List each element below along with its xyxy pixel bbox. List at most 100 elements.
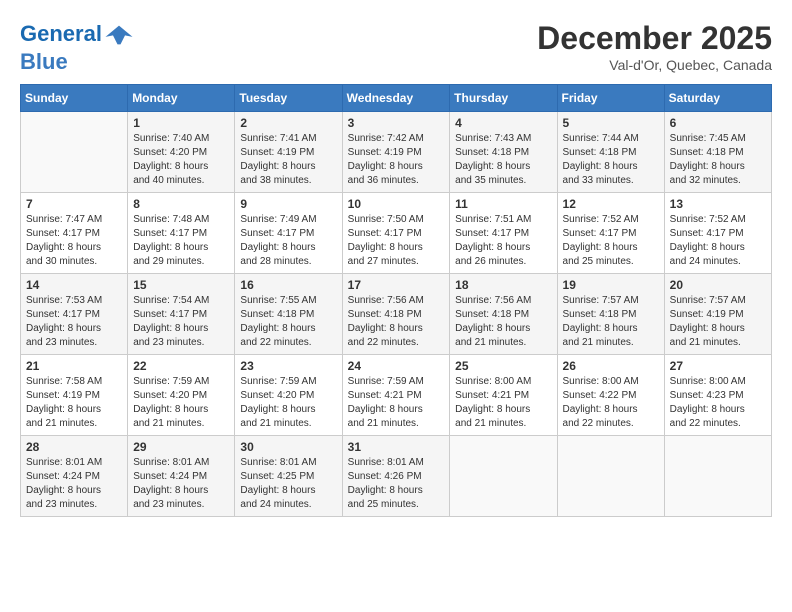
- calendar-cell: 30 Sunrise: 8:01 AMSunset: 4:25 PMDayligh…: [235, 436, 342, 517]
- day-info: Sunrise: 8:01 AMSunset: 4:24 PMDaylight:…: [26, 456, 122, 512]
- calendar-table: SundayMondayTuesdayWednesdayThursdayFrid…: [20, 84, 772, 517]
- calendar-header-row: SundayMondayTuesdayWednesdayThursdayFrid…: [21, 85, 772, 112]
- day-number: 20: [670, 278, 766, 292]
- calendar-cell: 24Sunrise: 7:59 AMSunset: 4:21 PMDayligh…: [342, 355, 450, 436]
- calendar-cell: 15Sunrise: 7:54 AMSunset: 4:17 PMDayligh…: [128, 274, 235, 355]
- day-number: 31: [348, 440, 445, 454]
- calendar-cell: 11 Sunrise: 7:51 AMSunset: 4:17 PMDayligh…: [450, 193, 557, 274]
- day-of-week-header: Monday: [128, 85, 235, 112]
- day-number: 9: [240, 197, 336, 211]
- day-info: Sunrise: 7:48 AMSunset: 4:17 PMDaylight:…: [133, 213, 229, 269]
- day-info: Sunrise: 7:41 AMSunset: 4:19 PMDaylight:…: [240, 132, 336, 188]
- calendar-cell: 9 Sunrise: 7:49 AMSunset: 4:17 PMDaylight…: [235, 193, 342, 274]
- day-info: Sunrise: 7:52 AMSunset: 4:17 PMDaylight:…: [670, 213, 766, 269]
- day-number: 22: [133, 359, 229, 373]
- page-header: General Blue December 2025 Val-d'Or, Que…: [20, 20, 772, 74]
- day-number: 30: [240, 440, 336, 454]
- day-info: Sunrise: 7:56 AMSunset: 4:18 PMDaylight:…: [348, 294, 445, 350]
- day-info: Sunrise: 7:54 AMSunset: 4:17 PMDaylight:…: [133, 294, 229, 350]
- day-info: Sunrise: 7:52 AMSunset: 4:17 PMDaylight:…: [563, 213, 659, 269]
- calendar-cell: 21 Sunrise: 7:58 AMSunset: 4:19 PMDayligh…: [21, 355, 128, 436]
- day-info: Sunrise: 7:58 AMSunset: 4:19 PMDaylight:…: [26, 375, 122, 431]
- day-info: Sunrise: 7:50 AMSunset: 4:17 PMDaylight:…: [348, 213, 445, 269]
- calendar-week-row: 28 Sunrise: 8:01 AMSunset: 4:24 PMDayligh…: [21, 436, 772, 517]
- day-info: Sunrise: 7:59 AMSunset: 4:20 PMDaylight:…: [240, 375, 336, 431]
- day-info: Sunrise: 7:49 AMSunset: 4:17 PMDaylight:…: [240, 213, 336, 269]
- day-number: 13: [670, 197, 766, 211]
- calendar-cell: 1 Sunrise: 7:40 AMSunset: 4:20 PMDaylight…: [128, 112, 235, 193]
- calendar-week-row: 1 Sunrise: 7:40 AMSunset: 4:20 PMDaylight…: [21, 112, 772, 193]
- day-number: 18: [455, 278, 551, 292]
- logo-text: General Blue: [20, 20, 134, 74]
- day-info: Sunrise: 7:57 AMSunset: 4:18 PMDaylight:…: [563, 294, 659, 350]
- calendar-cell: 5 Sunrise: 7:44 AMSunset: 4:18 PMDaylight…: [557, 112, 664, 193]
- day-number: 29: [133, 440, 229, 454]
- day-number: 27: [670, 359, 766, 373]
- day-number: 11: [455, 197, 551, 211]
- logo: General Blue: [20, 20, 134, 74]
- calendar-cell: 3 Sunrise: 7:42 AMSunset: 4:19 PMDaylight…: [342, 112, 450, 193]
- day-info: Sunrise: 7:59 AMSunset: 4:20 PMDaylight:…: [133, 375, 229, 431]
- calendar-cell: 16 Sunrise: 7:55 AMSunset: 4:18 PMDayligh…: [235, 274, 342, 355]
- day-number: 12: [563, 197, 659, 211]
- calendar-cell: 22 Sunrise: 7:59 AMSunset: 4:20 PMDayligh…: [128, 355, 235, 436]
- day-info: Sunrise: 7:44 AMSunset: 4:18 PMDaylight:…: [563, 132, 659, 188]
- calendar-cell: 6 Sunrise: 7:45 AMSunset: 4:18 PMDaylight…: [664, 112, 771, 193]
- day-number: 28: [26, 440, 122, 454]
- day-info: Sunrise: 8:01 AMSunset: 4:26 PMDaylight:…: [348, 456, 445, 512]
- day-number: 17: [348, 278, 445, 292]
- calendar-cell: 28 Sunrise: 8:01 AMSunset: 4:24 PMDayligh…: [21, 436, 128, 517]
- calendar-week-row: 14 Sunrise: 7:53 AMSunset: 4:17 PMDayligh…: [21, 274, 772, 355]
- calendar-cell: 10 Sunrise: 7:50 AMSunset: 4:17 PMDayligh…: [342, 193, 450, 274]
- day-info: Sunrise: 7:57 AMSunset: 4:19 PMDaylight:…: [670, 294, 766, 350]
- day-number: 23: [240, 359, 336, 373]
- day-number: 16: [240, 278, 336, 292]
- day-number: 14: [26, 278, 122, 292]
- day-number: 4: [455, 116, 551, 130]
- day-number: 3: [348, 116, 445, 130]
- day-number: 8: [133, 197, 229, 211]
- calendar-cell: 19 Sunrise: 7:57 AMSunset: 4:18 PMDayligh…: [557, 274, 664, 355]
- calendar-cell: [450, 436, 557, 517]
- day-number: 26: [563, 359, 659, 373]
- day-of-week-header: Sunday: [21, 85, 128, 112]
- day-info: Sunrise: 7:53 AMSunset: 4:17 PMDaylight:…: [26, 294, 122, 350]
- day-of-week-header: Wednesday: [342, 85, 450, 112]
- calendar-week-row: 7 Sunrise: 7:47 AMSunset: 4:17 PMDaylight…: [21, 193, 772, 274]
- day-of-week-header: Friday: [557, 85, 664, 112]
- day-info: Sunrise: 7:43 AMSunset: 4:18 PMDaylight:…: [455, 132, 551, 188]
- day-info: Sunrise: 8:00 AMSunset: 4:21 PMDaylight:…: [455, 375, 551, 431]
- calendar-cell: [557, 436, 664, 517]
- day-info: Sunrise: 7:47 AMSunset: 4:17 PMDaylight:…: [26, 213, 122, 269]
- day-of-week-header: Thursday: [450, 85, 557, 112]
- day-info: Sunrise: 7:51 AMSunset: 4:17 PMDaylight:…: [455, 213, 551, 269]
- calendar-cell: 13 Sunrise: 7:52 AMSunset: 4:17 PMDayligh…: [664, 193, 771, 274]
- calendar-cell: 31 Sunrise: 8:01 AMSunset: 4:26 PMDayligh…: [342, 436, 450, 517]
- calendar-cell: 12 Sunrise: 7:52 AMSunset: 4:17 PMDayligh…: [557, 193, 664, 274]
- calendar-cell: 20 Sunrise: 7:57 AMSunset: 4:19 PMDayligh…: [664, 274, 771, 355]
- day-info: Sunrise: 8:01 AMSunset: 4:25 PMDaylight:…: [240, 456, 336, 512]
- day-info: Sunrise: 7:42 AMSunset: 4:19 PMDaylight:…: [348, 132, 445, 188]
- day-number: 21: [26, 359, 122, 373]
- day-number: 1: [133, 116, 229, 130]
- calendar-cell: 17 Sunrise: 7:56 AMSunset: 4:18 PMDayligh…: [342, 274, 450, 355]
- day-number: 7: [26, 197, 122, 211]
- day-number: 19: [563, 278, 659, 292]
- day-number: 6: [670, 116, 766, 130]
- day-info: Sunrise: 8:01 AMSunset: 4:24 PMDaylight:…: [133, 456, 229, 512]
- month-title: December 2025: [537, 20, 772, 57]
- calendar-cell: 18Sunrise: 7:56 AMSunset: 4:18 PMDayligh…: [450, 274, 557, 355]
- day-info: Sunrise: 7:55 AMSunset: 4:18 PMDaylight:…: [240, 294, 336, 350]
- calendar-cell: 23 Sunrise: 7:59 AMSunset: 4:20 PMDayligh…: [235, 355, 342, 436]
- day-number: 5: [563, 116, 659, 130]
- calendar-cell: [664, 436, 771, 517]
- day-number: 10: [348, 197, 445, 211]
- calendar-cell: 29 Sunrise: 8:01 AMSunset: 4:24 PMDayligh…: [128, 436, 235, 517]
- calendar-cell: 25Sunrise: 8:00 AMSunset: 4:21 PMDayligh…: [450, 355, 557, 436]
- day-info: Sunrise: 7:45 AMSunset: 4:18 PMDaylight:…: [670, 132, 766, 188]
- day-info: Sunrise: 8:00 AMSunset: 4:22 PMDaylight:…: [563, 375, 659, 431]
- location-subtitle: Val-d'Or, Quebec, Canada: [537, 57, 772, 73]
- day-info: Sunrise: 7:40 AMSunset: 4:20 PMDaylight:…: [133, 132, 229, 188]
- calendar-cell: 8 Sunrise: 7:48 AMSunset: 4:17 PMDaylight…: [128, 193, 235, 274]
- day-of-week-header: Saturday: [664, 85, 771, 112]
